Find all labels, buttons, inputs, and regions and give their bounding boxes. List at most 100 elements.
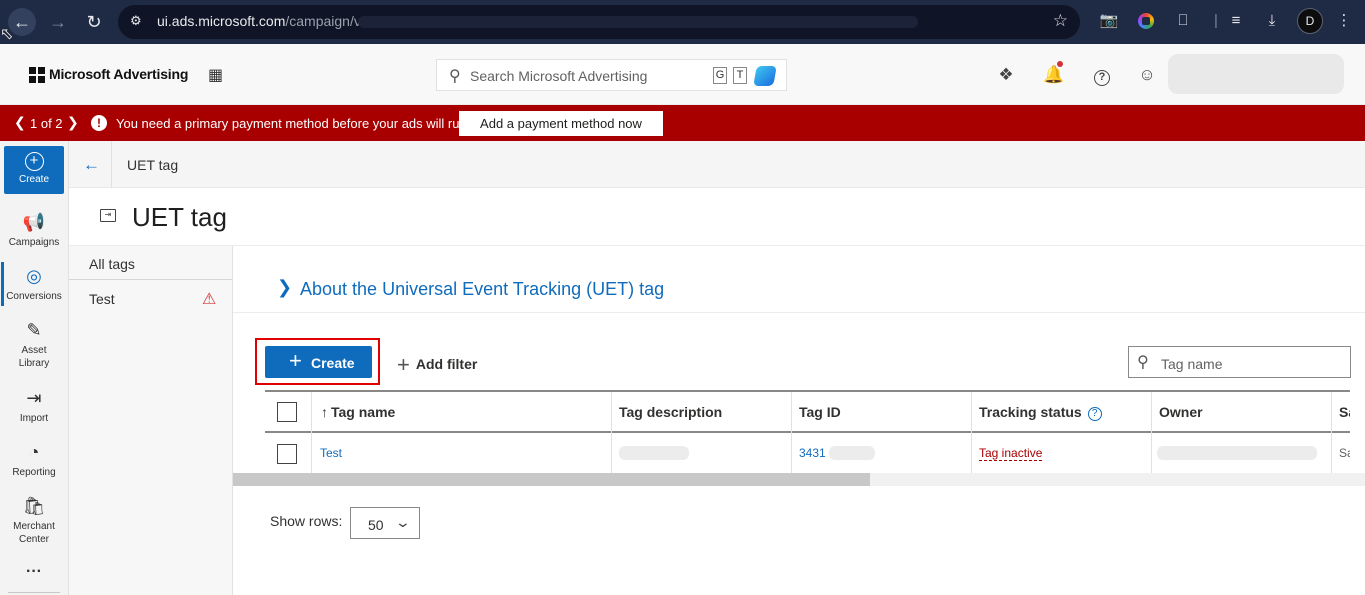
rail-item-merchant-center[interactable]: 🛍 Merchant Center xyxy=(0,495,68,546)
column-divider xyxy=(311,392,312,473)
breadcrumb: ← UET tag xyxy=(69,141,1365,188)
back-arrow-icon[interactable]: ← xyxy=(83,155,100,175)
megaphone-icon: 📢 xyxy=(22,212,46,232)
tag-list-item[interactable]: Test ⚠ xyxy=(69,280,232,316)
bookmark-star-icon[interactable]: ☆ xyxy=(1053,11,1068,31)
warning-icon: ⚠ xyxy=(202,291,217,308)
column-header-truncated[interactable]: Sa xyxy=(1339,404,1350,420)
collapse-panel-icon[interactable]: ⇥ xyxy=(100,209,116,222)
tag-list-item-name: Test xyxy=(89,291,115,307)
sort-ascending-icon: ↑ xyxy=(321,404,328,420)
banner-pager: 1 of 2 xyxy=(30,116,63,131)
search-icon: ⚲ xyxy=(449,68,461,85)
left-nav-rail: + Create 📢 Campaigns ◎ Conversions ✎ Ass… xyxy=(0,141,69,595)
chevron-down-icon: ⌄ xyxy=(394,514,412,530)
rail-create-button[interactable]: + Create xyxy=(4,146,64,194)
rail-divider xyxy=(8,592,60,593)
plus-icon: + xyxy=(397,352,410,377)
column-divider xyxy=(971,392,972,473)
camera-extension-icon[interactable]: 📷 xyxy=(1098,10,1120,32)
add-filter-button[interactable]: + Add filter xyxy=(397,352,477,378)
tag-name-filter-input[interactable]: ⚲ Tag name xyxy=(1128,346,1351,378)
reload-icon[interactable]: ↻ xyxy=(80,8,108,36)
column-header-owner[interactable]: Owner xyxy=(1159,404,1203,420)
rail-more-button[interactable]: ··· xyxy=(0,563,68,581)
browser-toolbar: ← → ↻ ⚙ ui.ads.microsoft.com/campaign/v … xyxy=(0,0,1365,44)
tag-id-link[interactable]: 3431 xyxy=(799,446,826,460)
account-person-icon[interactable]: ☺ xyxy=(1136,64,1158,86)
column-header-tag-description[interactable]: Tag description xyxy=(619,404,722,420)
all-tags-link[interactable]: All tags xyxy=(89,256,135,272)
rail-item-conversions[interactable]: ◎ Conversions xyxy=(0,265,68,303)
kebab-menu-icon[interactable]: ⋮ xyxy=(1333,10,1355,32)
rail-item-label: Asset Library xyxy=(18,345,50,369)
horizontal-scrollbar[interactable] xyxy=(233,473,1365,486)
column-header-label: Tracking status xyxy=(979,404,1082,420)
site-settings-icon[interactable]: ⚙ xyxy=(130,13,148,31)
rows-per-page-value: 50 xyxy=(368,517,384,533)
toolbar-divider: | xyxy=(1214,12,1218,29)
rows-per-page-select[interactable]: 50 ⌄ xyxy=(350,507,420,539)
alert-icon: ! xyxy=(91,115,107,131)
tag-list-pane: All tags Test ⚠ xyxy=(69,246,233,595)
scrollbar-thumb[interactable] xyxy=(233,473,870,486)
copilot-icon[interactable] xyxy=(753,66,777,86)
rail-item-label: Campaigns xyxy=(8,237,60,248)
brand-name[interactable]: Microsoft Advertising xyxy=(49,66,188,82)
shortcut-t-key: T xyxy=(733,67,747,84)
shortcut-g-key: G xyxy=(713,67,727,84)
column-divider xyxy=(1331,392,1332,473)
tag-id-redacted xyxy=(829,446,875,460)
notifications-bell-icon[interactable]: 🔔 xyxy=(1043,64,1065,86)
address-bar[interactable]: ⚙ ui.ads.microsoft.com/campaign/v ☆ xyxy=(118,5,1080,39)
uet-tags-table: ↑ Tag name Tag description Tag ID Trackin… xyxy=(265,390,1350,473)
column-header-tracking-status[interactable]: Tracking status? xyxy=(979,404,1102,421)
about-uet-link[interactable]: About the Universal Event Tracking (UET)… xyxy=(300,279,664,300)
profile-avatar[interactable]: D xyxy=(1297,8,1323,34)
row-checkbox[interactable] xyxy=(277,444,297,464)
rail-item-campaigns[interactable]: 📢 Campaigns xyxy=(0,211,68,249)
forward-arrow-icon[interactable]: → xyxy=(44,8,72,36)
shopping-bag-icon: 🛍 xyxy=(22,496,46,516)
show-rows-label: Show rows: xyxy=(270,513,343,529)
rail-item-import[interactable]: ⇥ Import xyxy=(0,387,68,425)
help-icon[interactable]: ? xyxy=(1091,64,1113,86)
color-picker-extension-icon[interactable] xyxy=(1135,10,1157,32)
account-selector-redacted[interactable] xyxy=(1168,54,1344,94)
app-header: Microsoft Advertising ▦ ⚲ Search Microso… xyxy=(0,44,1365,105)
tag-inactive-status: Tag inactive xyxy=(979,446,1043,461)
plus-circle-icon: + xyxy=(24,152,44,171)
breadcrumb-current: UET tag xyxy=(127,157,179,173)
banner-message: You need a primary payment method before… xyxy=(116,116,471,131)
rail-create-label: Create xyxy=(18,174,49,185)
rail-item-reporting[interactable]: ◔ Reporting xyxy=(0,441,68,479)
image-edit-icon: ✎ xyxy=(26,320,42,340)
banner-prev-chevron-icon[interactable]: ❮ xyxy=(14,114,26,131)
copilot-outline-icon[interactable]: ❖ xyxy=(995,64,1017,86)
search-icon: ⚲ xyxy=(1137,354,1149,371)
add-payment-method-button[interactable]: Add a payment method now xyxy=(459,111,663,136)
breadcrumb-divider xyxy=(111,141,112,188)
rail-item-label: Merchant Center xyxy=(13,521,55,545)
microsoft-logo-icon xyxy=(29,67,45,83)
column-header-tag-id[interactable]: Tag ID xyxy=(799,404,841,420)
banner-next-chevron-icon[interactable]: ❯ xyxy=(67,114,79,131)
create-button[interactable]: + Create xyxy=(265,346,372,378)
column-divider xyxy=(791,392,792,473)
tag-name-link[interactable]: Test xyxy=(320,446,342,460)
global-search-input[interactable]: ⚲ Search Microsoft Advertising G T xyxy=(436,59,787,91)
table-grid-icon[interactable]: ▦ xyxy=(208,65,223,85)
download-icon[interactable]: ⤓ xyxy=(1261,10,1283,32)
extensions-puzzle-icon[interactable]: ⎕ xyxy=(1172,10,1194,32)
page-title: UET tag xyxy=(132,202,227,232)
payment-alert-banner: ❮ 1 of 2 ❯ ! You need a primary payment … xyxy=(0,105,1365,141)
column-header-tag-name[interactable]: ↑ Tag name xyxy=(321,404,395,420)
reading-list-icon[interactable]: ≡ xyxy=(1225,10,1247,32)
tracking-status-value[interactable]: Tag inactive xyxy=(979,446,1043,461)
info-icon[interactable]: ? xyxy=(1087,407,1102,421)
select-all-checkbox[interactable] xyxy=(277,402,297,422)
page-header: ⇥ UET tag xyxy=(69,188,1365,246)
rail-item-asset-library[interactable]: ✎ Asset Library xyxy=(0,319,68,370)
chevron-right-icon[interactable]: ❯ xyxy=(277,277,292,298)
about-uet-section: ❯ About the Universal Event Tracking (UE… xyxy=(233,246,1365,313)
